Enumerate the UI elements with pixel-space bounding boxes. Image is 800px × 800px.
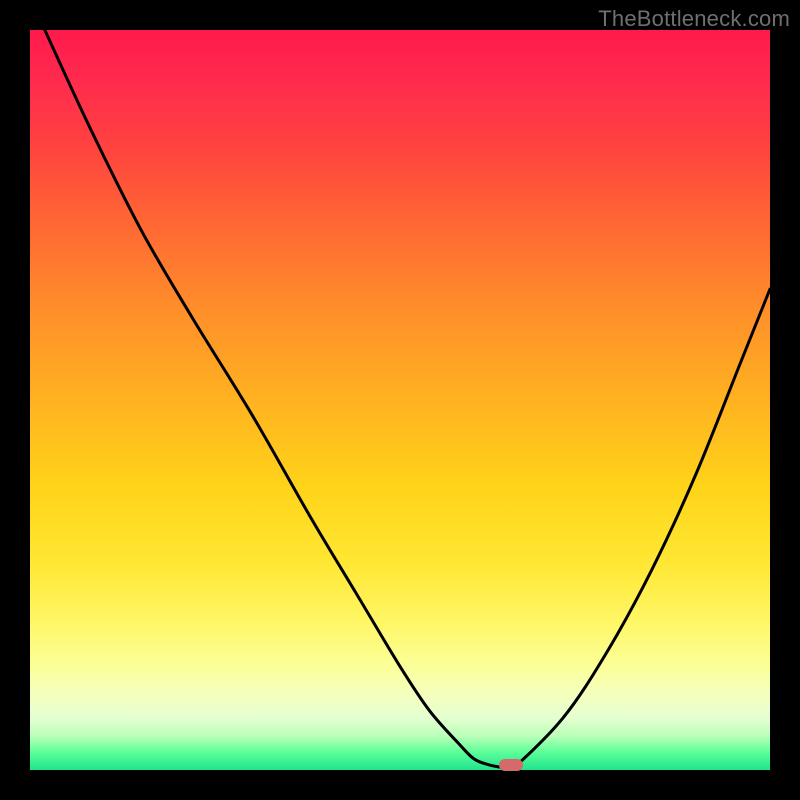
plot-area [30,30,770,770]
watermark-text: TheBottleneck.com [598,6,790,32]
chart-frame: TheBottleneck.com [0,0,800,800]
bottleneck-curve [30,30,770,770]
optimal-marker [499,759,523,771]
